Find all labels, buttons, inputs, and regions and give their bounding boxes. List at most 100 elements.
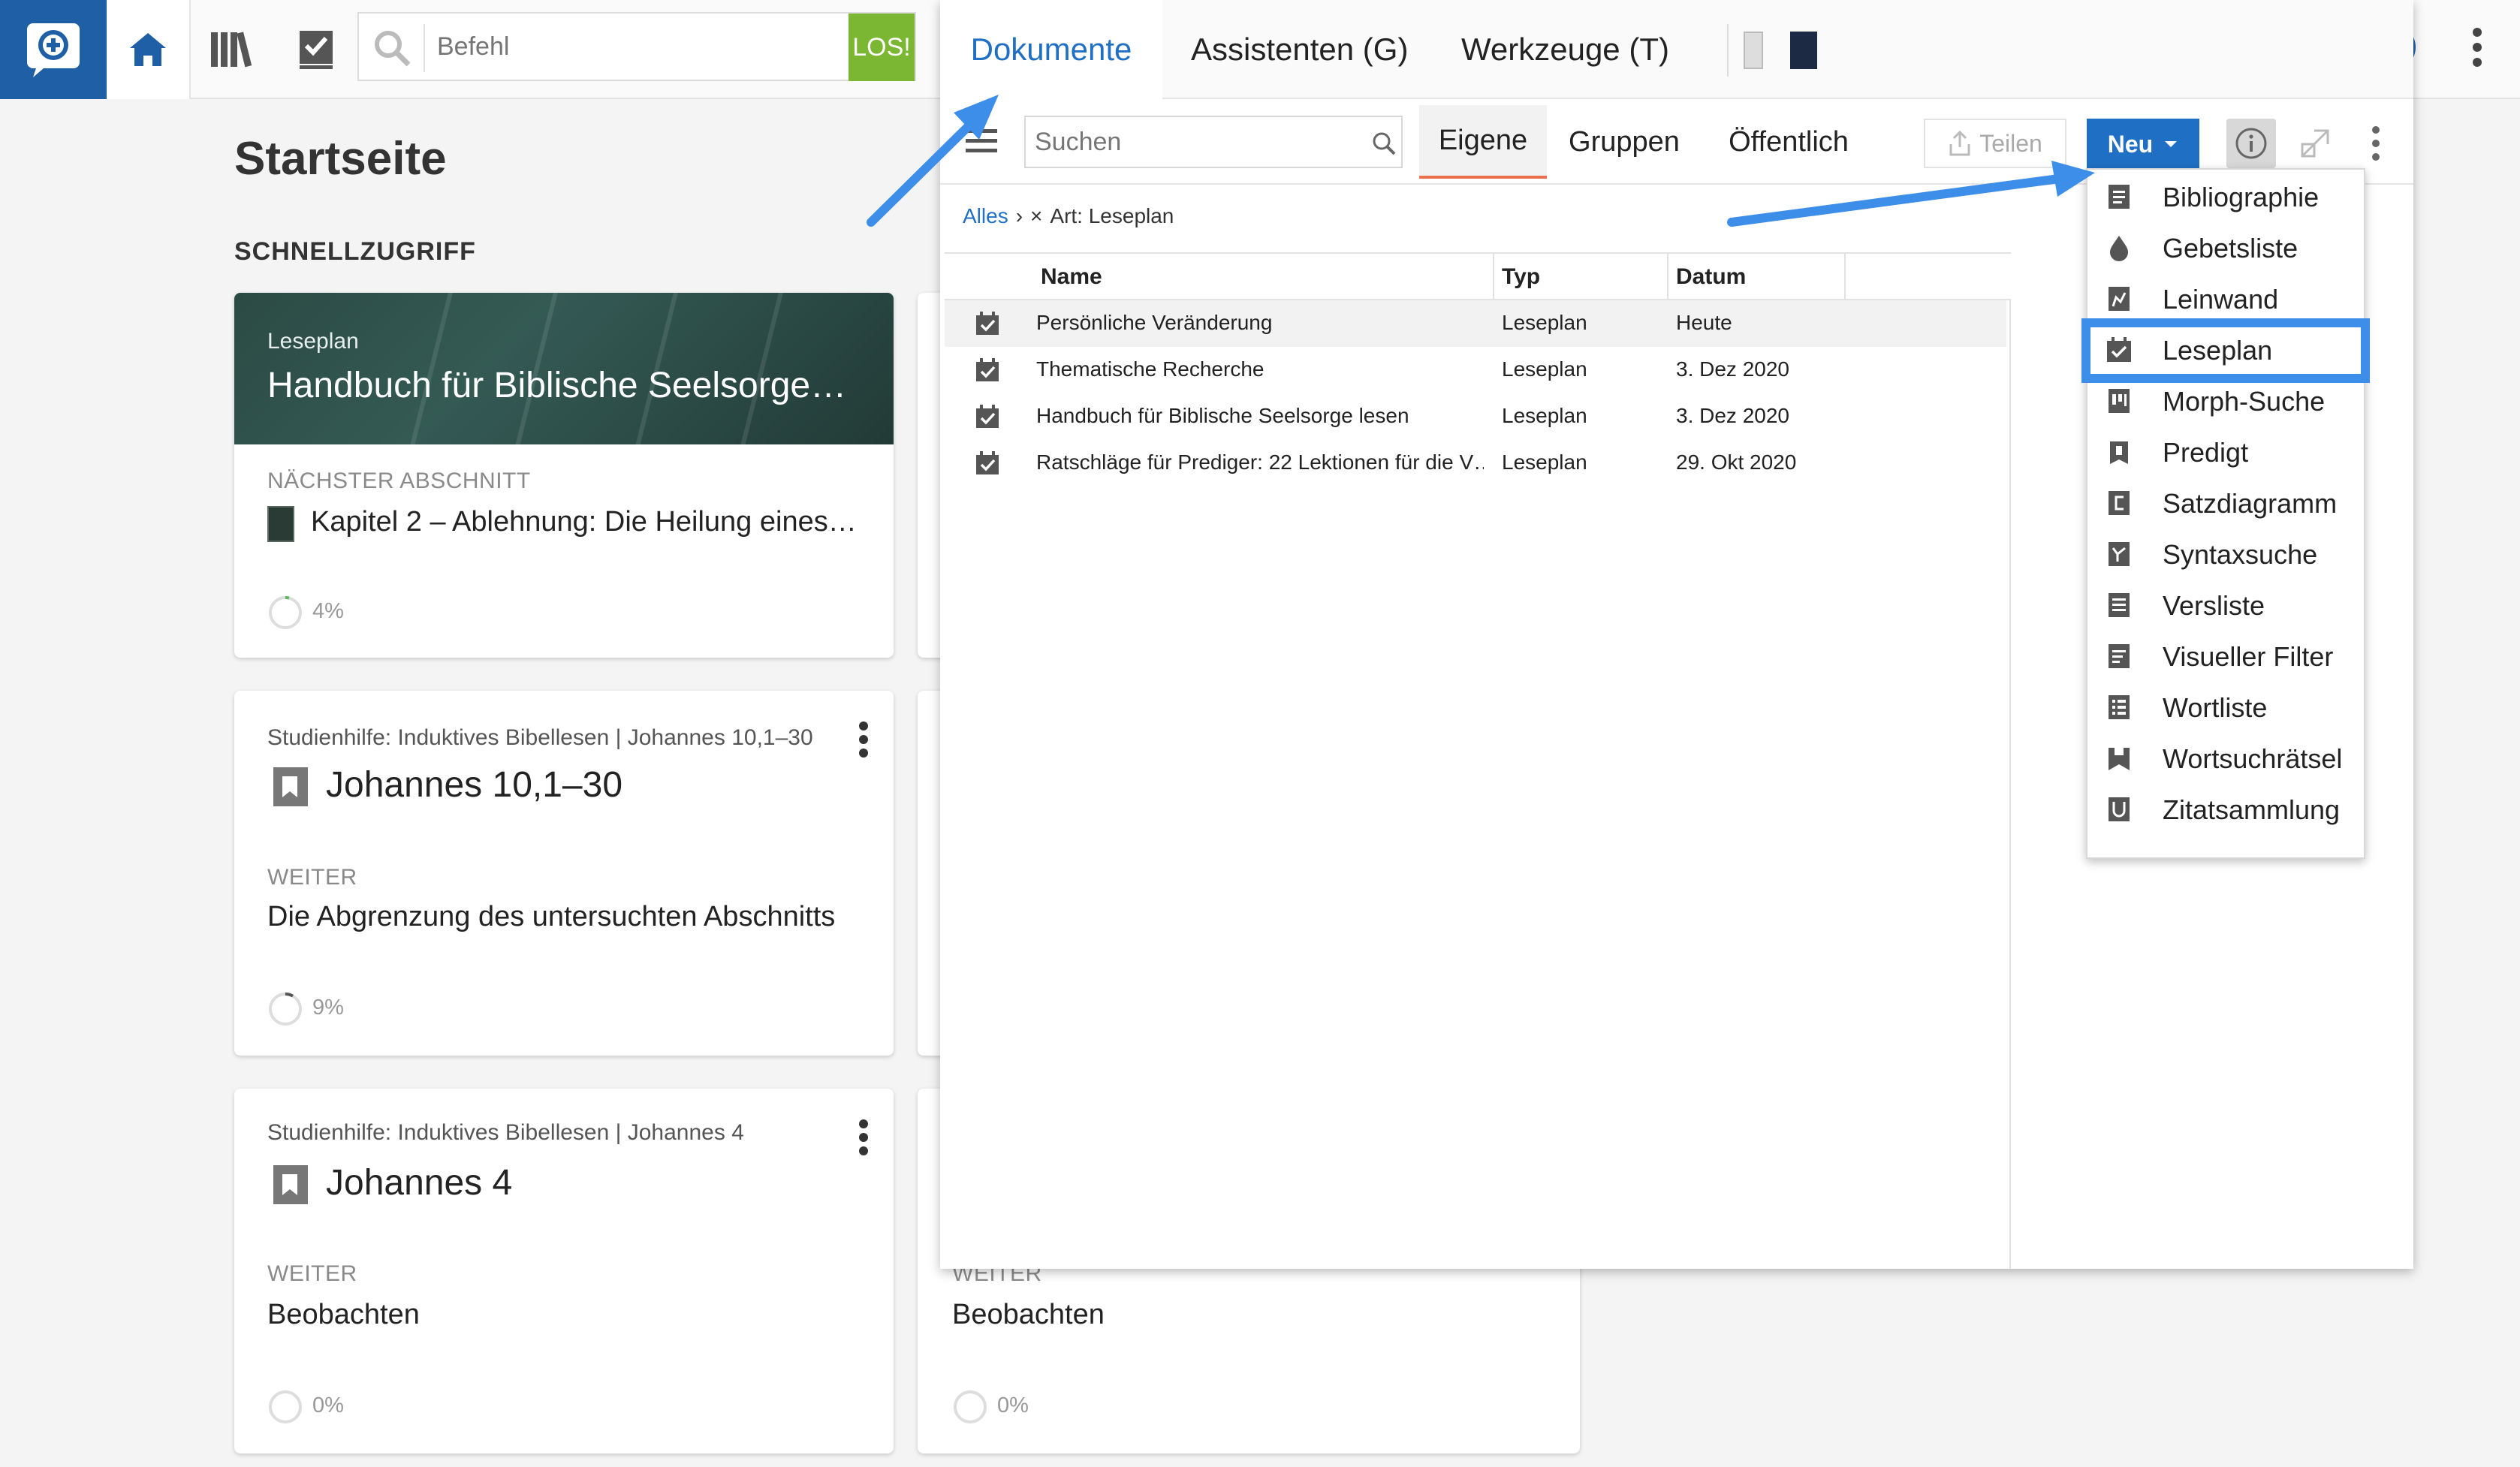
breadcrumb-root-link[interactable]: Alles bbox=[963, 204, 1008, 228]
table-row[interactable]: Ratschläge für Prediger: 22 Lektionen fü… bbox=[945, 440, 2006, 486]
menu-item-12[interactable]: Wortsuchrätsel bbox=[2087, 733, 2364, 784]
new-button[interactable]: Neu bbox=[2087, 119, 2199, 170]
syntax-search-icon bbox=[2109, 542, 2130, 566]
next-section-label: NÄCHSTER ABSCHNITT bbox=[267, 468, 531, 493]
resource-thumbnail-icon[interactable] bbox=[1744, 32, 1763, 69]
sentence-diagram-icon bbox=[2109, 491, 2130, 515]
menu-item-2[interactable]: Gebetsliste bbox=[2087, 222, 2364, 273]
menu-item-label: Visueller Filter bbox=[2163, 641, 2334, 672]
row-type: Leseplan bbox=[1502, 450, 1587, 474]
menu-item-label: Zitatsammlung bbox=[2163, 794, 2341, 825]
reading-plan-icon bbox=[976, 451, 999, 474]
menu-item-6[interactable]: Predigt bbox=[2087, 426, 2364, 477]
info-icon bbox=[2235, 128, 2267, 159]
clear-filter-button[interactable]: × bbox=[1030, 204, 1042, 228]
row-date: Heute bbox=[1676, 311, 1732, 334]
info-button[interactable] bbox=[2226, 119, 2276, 168]
column-name[interactable]: Name bbox=[1041, 264, 1102, 290]
word-find-icon bbox=[2109, 748, 2130, 770]
menu-item-label: Syntaxsuche bbox=[2163, 539, 2318, 570]
breadcrumb-separator: › bbox=[1015, 204, 1023, 227]
breadcrumb-filter: Art: Leseplan bbox=[1050, 204, 1174, 227]
section-heading: SCHNELLZUGRIFF bbox=[234, 237, 476, 266]
verse-list-icon bbox=[2109, 593, 2130, 617]
home-button[interactable] bbox=[107, 0, 191, 99]
table-row[interactable]: Persönliche Veränderung Leseplan Heute bbox=[945, 300, 2006, 347]
panel-menu-icon[interactable] bbox=[2370, 125, 2382, 162]
pop-out-icon[interactable] bbox=[2298, 126, 2332, 161]
divider bbox=[424, 24, 425, 72]
continue-label: WEITER bbox=[267, 1261, 357, 1286]
column-date[interactable]: Datum bbox=[1676, 264, 1746, 290]
menu-item-label: Leinwand bbox=[2163, 284, 2279, 315]
menu-item-9[interactable]: Versliste bbox=[2087, 580, 2364, 631]
tab-documents[interactable]: Dokumente bbox=[940, 0, 1162, 99]
study-guide-card[interactable]: Studienhilfe: Induktives Bibellesen | Jo… bbox=[234, 1089, 894, 1453]
logo-icon bbox=[27, 23, 80, 77]
card-menu-icon[interactable] bbox=[856, 1119, 871, 1156]
menu-item-11[interactable]: Wortliste bbox=[2087, 682, 2364, 733]
row-date: 3. Dez 2020 bbox=[1676, 404, 1789, 427]
reading-plan-icon bbox=[976, 405, 999, 428]
documents-search-input[interactable] bbox=[1035, 117, 1350, 167]
column-type[interactable]: Typ bbox=[1502, 264, 1540, 290]
annotation-highlight-box bbox=[2081, 318, 2370, 383]
menu-item-label: Predigt bbox=[2163, 437, 2249, 468]
more-menu-button[interactable] bbox=[2451, 21, 2503, 74]
quote-collection-icon bbox=[2109, 797, 2130, 821]
study-guide-icon bbox=[273, 1165, 308, 1204]
continue-link[interactable]: Beobachten bbox=[952, 1299, 1105, 1331]
documents-search bbox=[1024, 116, 1403, 168]
book-thumbnail-icon[interactable] bbox=[1790, 32, 1817, 69]
share-button[interactable]: Teilen bbox=[1924, 119, 2066, 168]
table-row[interactable]: Thematische Recherche Leseplan 3. Dez 2020 bbox=[945, 347, 2006, 393]
table-row[interactable]: Handbuch für Biblische Seelsorge lesen Le… bbox=[945, 393, 2006, 440]
menu-item-7[interactable]: Satzdiagramm bbox=[2087, 477, 2364, 529]
menu-item-13[interactable]: Zitatsammlung bbox=[2087, 784, 2364, 835]
table-header: Name Typ Datum bbox=[945, 252, 2011, 302]
tab-assistants[interactable]: Assistenten (G) bbox=[1191, 0, 1408, 99]
word-list-icon bbox=[2109, 695, 2130, 719]
tab-tools[interactable]: Werkzeuge (T) bbox=[1461, 0, 1669, 99]
menu-item-8[interactable]: Syntaxsuche bbox=[2087, 529, 2364, 580]
menu-item-10[interactable]: Visueller Filter bbox=[2087, 631, 2364, 682]
menu-item-5[interactable]: Morph-Suche bbox=[2087, 375, 2364, 426]
progress-ring bbox=[269, 1390, 302, 1423]
row-type: Leseplan bbox=[1502, 311, 1587, 334]
menu-item-3[interactable]: Leinwand bbox=[2087, 273, 2364, 324]
tab-public[interactable]: Öffentlich bbox=[1714, 105, 1864, 179]
new-label: Neu bbox=[2107, 130, 2154, 158]
continue-link[interactable]: Beobachten bbox=[267, 1299, 420, 1331]
reading-plan-icon bbox=[976, 312, 999, 335]
tab-own[interactable]: Eigene bbox=[1419, 105, 1547, 179]
kebab-icon bbox=[2473, 28, 2482, 67]
logos-logo-button[interactable] bbox=[0, 0, 107, 99]
tasks-button[interactable] bbox=[290, 23, 342, 75]
row-type: Leseplan bbox=[1502, 404, 1587, 427]
go-button[interactable]: LOS! bbox=[849, 14, 915, 81]
continue-link[interactable]: Die Abgrenzung des untersuchten Abschnit… bbox=[267, 901, 835, 933]
library-button[interactable] bbox=[204, 23, 257, 75]
menu-icon[interactable] bbox=[964, 126, 999, 156]
study-guide-card[interactable]: Studienhilfe: Induktives Bibellesen | Jo… bbox=[234, 691, 894, 1056]
tab-groups[interactable]: Gruppen bbox=[1560, 105, 1688, 179]
menu-item-1[interactable]: Bibliographie bbox=[2087, 171, 2364, 222]
card-kicker: Studienhilfe: Induktives Bibellesen | Jo… bbox=[267, 1120, 744, 1145]
next-section-link[interactable]: Kapitel 2 – Ablehnung: Die Heilung eines… bbox=[311, 506, 857, 538]
library-icon bbox=[211, 32, 252, 68]
column-divider bbox=[1667, 254, 1668, 302]
card-title: Handbuch für Biblische Seelsorge… bbox=[267, 366, 847, 405]
card-menu-icon[interactable] bbox=[856, 721, 871, 758]
command-input[interactable] bbox=[437, 14, 812, 80]
share-label: Teilen bbox=[1979, 129, 2042, 157]
progress-percent: 4% bbox=[312, 599, 344, 623]
morph-search-icon bbox=[2109, 389, 2130, 413]
page-title: Startseite bbox=[234, 133, 447, 185]
row-name: Persönliche Veränderung bbox=[1036, 311, 1273, 334]
visual-filter-icon bbox=[2109, 644, 2130, 668]
breadcrumb: Alles › × Art: Leseplan bbox=[963, 204, 1174, 228]
panel-header: Dokumente Assistenten (G) Werkzeuge (T) bbox=[940, 0, 2413, 99]
row-name: Handbuch für Biblische Seelsorge lesen bbox=[1036, 404, 1409, 427]
card-title: Johannes 10,1–30 bbox=[326, 765, 623, 805]
reading-plan-card[interactable]: Leseplan Handbuch für Biblische Seelsorg… bbox=[234, 293, 894, 658]
